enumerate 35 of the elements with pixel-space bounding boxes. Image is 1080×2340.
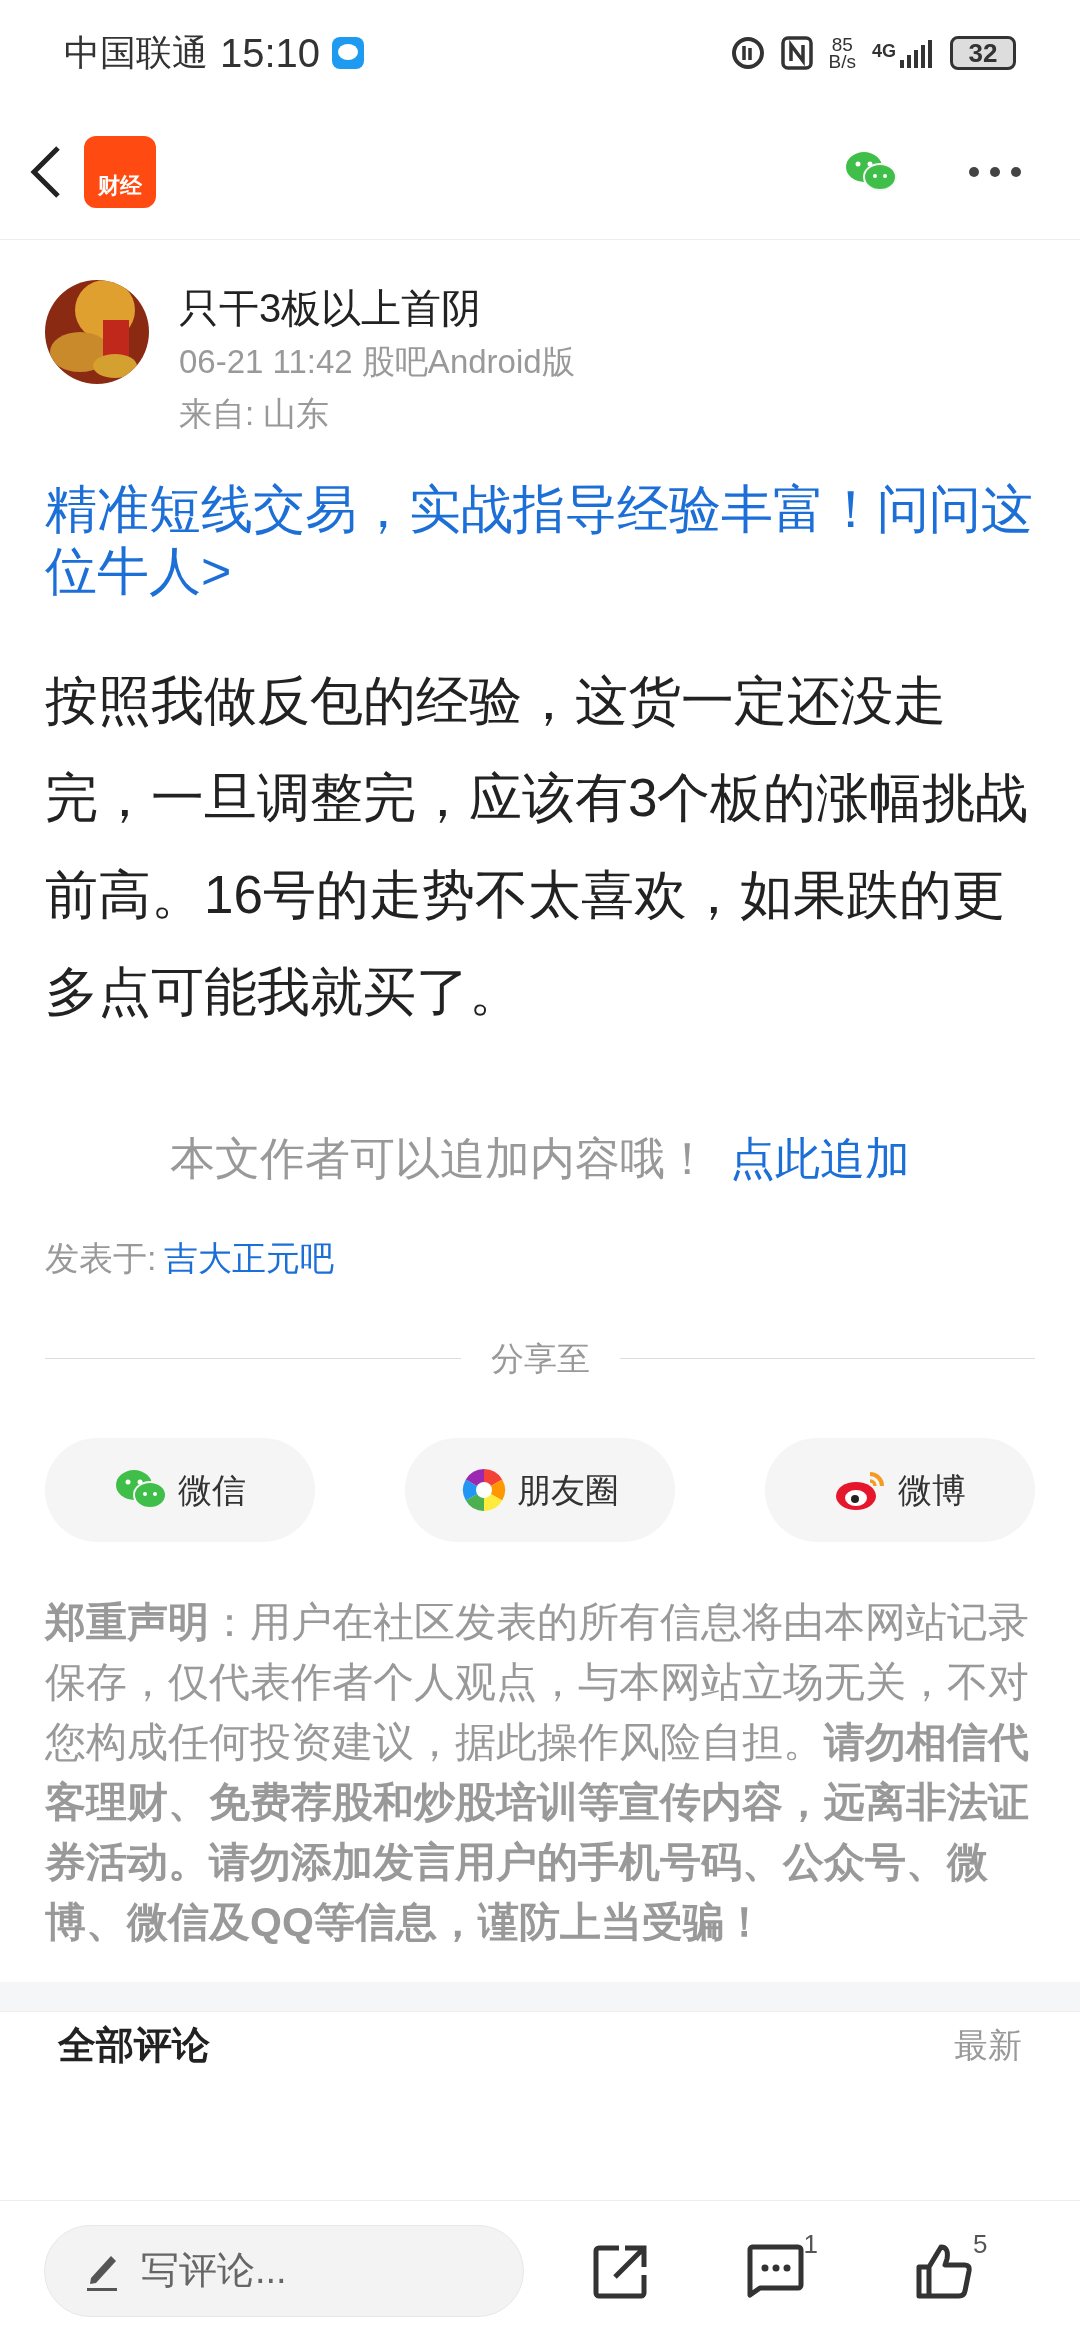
comment-input[interactable]: 写评论... [44, 2224, 524, 2317]
promo-link[interactable]: 精准短线交易，实战指导经验丰富！问问这位牛人> [45, 478, 1035, 602]
network-type: 4G [872, 39, 896, 63]
like-count: 5 [973, 2230, 988, 2257]
share-button[interactable]: 微信 [45, 1438, 315, 1542]
append-link[interactable]: 点此追加 [730, 1125, 910, 1193]
carrier-name: 中国联通 [64, 30, 208, 75]
disclaimer: 郑重声明：用户在社区发表的所有信息将由本网站记录保存，仅代表作者个人观点，与本网站立场无关，不对您构成任何投资建议，据此操作风险自担。请勿相信代客理财、免费荐股和炒股培训等宣传内容，远离非法证券活动。请勿添加发言用户的手机号码、公众号、微博、微信及QQ等信息，谨防上当受骗！ [45, 1598, 1030, 1947]
hd-call-icon [730, 35, 765, 70]
share-button[interactable]: 微博 [765, 1438, 1035, 1542]
posted-in-label: 发表于: [45, 1237, 157, 1279]
author-name[interactable]: 只干3板以上首阴 [179, 282, 575, 334]
comment-icon[interactable] [745, 2242, 804, 2299]
forum-link[interactable]: 吉大正元吧 [164, 1232, 335, 1284]
clock: 15:10 [220, 29, 321, 77]
post-meta: 06-21 11:42 股吧Android版 [179, 342, 575, 382]
share-title: 分享至 [490, 1338, 590, 1379]
comment-text-field[interactable]: 写评论... [141, 2242, 401, 2299]
thumbs-up-icon[interactable] [915, 2242, 973, 2299]
battery-indicator: 32 [950, 35, 1016, 70]
message-app-icon [332, 36, 365, 69]
comment-count: 1 [803, 2230, 818, 2257]
net-speed-value: 85 [831, 35, 853, 53]
signal-icon [900, 37, 934, 68]
share-button[interactable]: 朋友圈 [405, 1438, 675, 1542]
aperture-icon [461, 1467, 507, 1513]
post-location: 来自: 山东 [179, 394, 331, 434]
append-hint: 本文作者可以追加内容哦！ [170, 1132, 710, 1186]
comments-title: 全部评论 [58, 2026, 210, 2064]
net-speed-unit: B/s [828, 52, 856, 70]
post-body: 按照我做反包的经验，这货一定还没走完，一旦调整完，应该有3个板的涨幅挑战前高。16号的走势不太喜欢，如果跌的更多点可能我就买了。 [45, 670, 1030, 1023]
app-logo: 财经 [84, 136, 156, 208]
chat-bubbles-icon [844, 150, 898, 194]
more-icon[interactable] [968, 166, 1022, 178]
nfc-icon [780, 35, 813, 70]
